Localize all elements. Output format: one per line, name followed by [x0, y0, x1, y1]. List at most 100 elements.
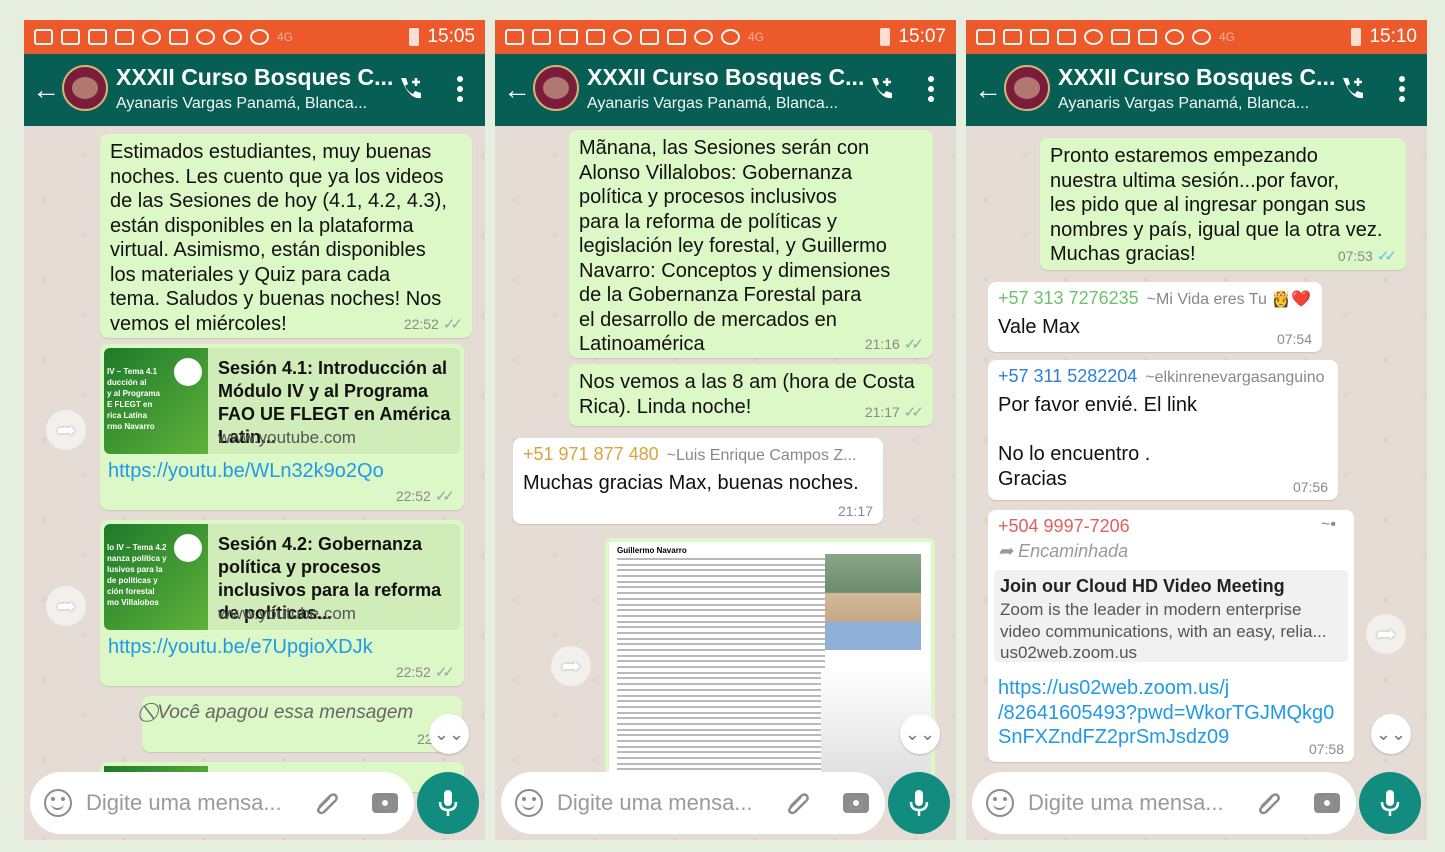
sender-number[interactable]: +51 971 877 480: [523, 444, 659, 464]
clock: 15:07: [898, 26, 946, 47]
youtube-preview[interactable]: IV – Tema 4.1 ducción al y al Programa E…: [104, 348, 460, 454]
chat-header: ← XXXII Curso Bosques C... Ayanaris Varg…: [495, 54, 956, 126]
document-icon: [115, 29, 134, 45]
message-composer[interactable]: Digite uma mensa...: [972, 772, 1356, 834]
back-arrow-icon[interactable]: ←: [974, 74, 1002, 106]
scroll-down-icon[interactable]: ⌄⌄: [429, 714, 469, 754]
mic-button[interactable]: [417, 772, 479, 834]
scroll-down-icon[interactable]: ⌄⌄: [1371, 714, 1411, 754]
incoming-message-bubble[interactable]: +57 313 7276235 ~Mi Vida eres Tu 👸❤️ Vale…: [988, 282, 1322, 352]
add-call-icon[interactable]: [395, 74, 425, 104]
youtube-preview[interactable]: lo IV – Tema 4.2 nanza política y lusivo…: [104, 524, 460, 630]
message-input[interactable]: Digite uma mensa...: [1028, 790, 1224, 816]
deleted-message-bubble[interactable]: ⃠ Você apagou essa mensagem 22:53: [142, 696, 462, 752]
sender-number[interactable]: +57 311 5282204: [998, 366, 1137, 386]
forward-icon[interactable]: ➦: [46, 586, 86, 626]
read-receipt-icon: ✓✓: [434, 664, 455, 681]
message-text: Por favor envié. El link No lo encuentro…: [998, 394, 1197, 490]
camera-icon[interactable]: [372, 793, 398, 813]
video-link[interactable]: https://youtu.be/e7UpgioXDJk: [108, 636, 373, 659]
forward-icon[interactable]: ➦: [551, 646, 591, 686]
add-call-icon[interactable]: [1337, 74, 1367, 104]
message-bubble[interactable]: Mãnana, las Sesiones serán con Alonso Vi…: [569, 130, 933, 358]
camera-icon[interactable]: [1314, 793, 1340, 813]
group-members[interactable]: Ayanaris Vargas Panamá, Blanca...: [587, 95, 838, 113]
message-input[interactable]: Digite uma mensa...: [557, 790, 753, 816]
group-members[interactable]: Ayanaris Vargas Panamá, Blanca...: [1058, 95, 1309, 113]
video-thumbnail: IV – Tema 4.1 ducción al y al Programa E…: [104, 348, 208, 454]
phone-screen-1: 4G 15:05 ← XXXII Curso Bosques C... Ayan…: [24, 20, 485, 840]
more-options-icon[interactable]: [928, 76, 934, 102]
sender-number[interactable]: +504 9997-7206: [998, 516, 1130, 536]
add-call-icon[interactable]: [866, 74, 896, 104]
mic-button[interactable]: [1359, 772, 1421, 834]
message-text: Vale Max: [998, 316, 1080, 338]
message-bubble[interactable]: Pronto estaremos empezando nuestra ultim…: [1040, 138, 1406, 270]
sender-alias: ~Mi Vida eres Tu 👸❤️: [1146, 291, 1312, 308]
mic-button[interactable]: [888, 772, 950, 834]
incoming-message-bubble[interactable]: +57 311 5282204 ~elkinrenevargasanguino P…: [988, 360, 1338, 500]
attach-icon[interactable]: [1254, 788, 1284, 818]
link-message-bubble[interactable]: IV – Tema 4.1 ducción al y al Programa E…: [100, 344, 464, 510]
group-title[interactable]: XXXII Curso Bosques C...: [116, 64, 393, 91]
attach-icon[interactable]: [783, 788, 813, 818]
incoming-message-bubble[interactable]: +51 971 877 480 ~Luis Enrique Campos Z...…: [513, 438, 883, 524]
group-avatar[interactable]: [1004, 65, 1050, 111]
group-title[interactable]: XXXII Curso Bosques C...: [587, 64, 864, 91]
battery-icon: [409, 28, 420, 46]
emoji-icon[interactable]: [515, 789, 543, 817]
notification-icon: [1138, 29, 1157, 45]
message-composer[interactable]: Digite uma mensa...: [501, 772, 885, 834]
back-arrow-icon[interactable]: ←: [503, 74, 531, 106]
message-time: 22:52: [395, 664, 431, 680]
network-type: 4G: [1219, 30, 1236, 44]
zoom-link[interactable]: https://us02web.zoom.us/j /82641605493?p…: [998, 676, 1344, 750]
forward-icon[interactable]: ➦: [1366, 614, 1406, 654]
read-receipt-icon: ✓✓: [903, 336, 924, 353]
battery-icon: [1351, 28, 1362, 46]
message-text: Mãnana, las Sesiones serán con Alonso Vi…: [579, 137, 891, 355]
group-avatar[interactable]: [533, 65, 579, 111]
video-host: www.youtube.com: [218, 604, 356, 623]
alarm-icon: [223, 29, 242, 45]
sender-alias: ~elkinrenevargasanguino: [1145, 369, 1325, 386]
message-icon: [34, 29, 53, 45]
message-time: 07:56: [1292, 479, 1328, 495]
more-options-icon[interactable]: [1399, 76, 1405, 102]
alarm-icon: [694, 29, 713, 45]
sender-number[interactable]: +57 313 7276235: [998, 288, 1139, 308]
camera-icon[interactable]: [843, 793, 869, 813]
video-link[interactable]: https://youtu.be/WLn32k9o2Qo: [108, 460, 384, 483]
document-preview-bubble[interactable]: Guillermo Navarro: [605, 538, 935, 788]
attach-icon[interactable]: [312, 788, 342, 818]
message-text: Muchas gracias Max, buenas noches.: [523, 472, 859, 494]
group-title[interactable]: XXXII Curso Bosques C...: [1058, 64, 1335, 91]
video-host: www.youtube.com: [218, 428, 356, 447]
alarm-icon: [613, 29, 632, 45]
forward-icon[interactable]: ➦: [46, 410, 86, 450]
group-members[interactable]: Ayanaris Vargas Panamá, Blanca...: [116, 95, 367, 113]
message-icon: [976, 29, 995, 45]
clock: 15:05: [427, 26, 475, 47]
scroll-down-icon[interactable]: ⌄⌄: [900, 714, 940, 754]
document-body: [617, 558, 825, 774]
emoji-icon[interactable]: [986, 789, 1014, 817]
message-bubble[interactable]: Estimados estudiantes, muy buenas noches…: [100, 134, 472, 338]
preview-host: us02web.zoom.us: [1000, 643, 1138, 662]
voicemail-icon: [196, 29, 215, 45]
app-icon: [559, 29, 578, 45]
zoom-link-preview[interactable]: Join our Cloud HD Video Meeting Zoom is …: [994, 570, 1348, 662]
read-receipt-icon: ✓✓: [434, 488, 455, 505]
network-type: 4G: [748, 30, 765, 44]
battery-icon: [880, 28, 891, 46]
link-message-bubble[interactable]: lo IV – Tema 4.2 nanza política y lusivo…: [100, 520, 464, 686]
more-options-icon[interactable]: [457, 76, 463, 102]
forwarded-link-bubble[interactable]: +504 9997-7206 ~• ➦ Encaminhada Join our …: [988, 510, 1354, 762]
back-arrow-icon[interactable]: ←: [32, 74, 60, 106]
group-avatar[interactable]: [62, 65, 108, 111]
emoji-icon[interactable]: [44, 789, 72, 817]
message-input[interactable]: Digite uma mensa...: [86, 790, 282, 816]
image-icon: [640, 29, 659, 45]
message-composer[interactable]: Digite uma mensa...: [30, 772, 414, 834]
message-bubble[interactable]: Nos vemos a las 8 am (hora de Costa Rica…: [569, 364, 933, 426]
